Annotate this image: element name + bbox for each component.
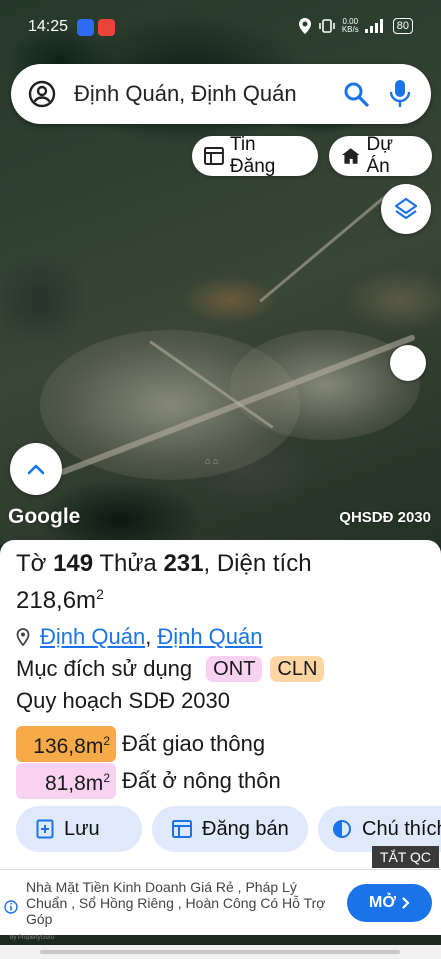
lot-number: 231 [163, 550, 204, 577]
purpose-tag-ont[interactable]: ONT [206, 656, 263, 682]
parcel-title: Tờ 149 Thửa 231, Diện tích [16, 550, 312, 578]
chevron-up-icon [27, 464, 45, 475]
location-icon [298, 18, 311, 34]
ad-open-button[interactable]: MỞ [347, 884, 432, 922]
listings-chip-label: Tin Đăng [229, 134, 276, 177]
post-button-label: Đăng bán [202, 817, 289, 840]
area-value: 218,6m [16, 587, 97, 614]
ad-text: Nhà Mặt Tiền Kinh Doanh Giá Rẻ , Pháp Lý… [26, 879, 326, 927]
land-use-purpose: Mục đích sử dụng ONT CLN [16, 656, 325, 682]
zone-area-sup: 2 [103, 734, 110, 748]
zone-area-sup: 2 [103, 771, 110, 785]
purpose-tag-cln[interactable]: CLN [270, 656, 325, 682]
sheet-label: Tờ [16, 550, 47, 577]
area-label: Diện tích [216, 550, 312, 577]
status-bar: 14:25 0.00 KB/s 80 [0, 14, 441, 44]
battery-indicator: 80 [392, 18, 413, 34]
map-road [259, 191, 392, 303]
search-bar[interactable]: Định Quán, Định Quán [11, 64, 431, 124]
projects-chip[interactable]: Dự Án [329, 134, 432, 177]
system-nav-bar [0, 945, 441, 959]
parcel-info-sheet: Tờ 149 Thửa 231, Diện tích 218,6m2 Định … [0, 540, 441, 870]
home-icon [341, 148, 360, 164]
close-ad-button[interactable]: TẮT QC [371, 846, 439, 868]
location-pin-icon [16, 628, 30, 646]
zone-label: Đất ở nông thôn [122, 768, 281, 793]
post-for-sale-button[interactable]: Đăng bán [152, 806, 308, 852]
info-icon[interactable] [4, 900, 18, 914]
zone-area-badge: 136,8m2 [16, 726, 116, 762]
messenger-icon [77, 19, 94, 36]
zone-area-value: 81,8m [44, 772, 104, 795]
vibrate-icon [319, 19, 335, 33]
status-clock: 14:25 [28, 18, 69, 35]
gesture-handle[interactable] [40, 950, 400, 954]
chevron-right-icon [402, 897, 410, 909]
save-button[interactable]: Lưu [16, 806, 142, 852]
location-comma: , [145, 624, 152, 649]
signal-icon [364, 19, 383, 33]
status-right-group: 0.00 KB/s 80 [298, 18, 413, 34]
plan-layer-label: QHSDĐ 2030 [339, 509, 431, 526]
net-speed: 0.00 KB/s [342, 18, 359, 34]
layers-icon [394, 197, 418, 220]
parcel-location: Định Quán, Định Quán [16, 624, 263, 650]
district-link[interactable]: Định Quán [40, 624, 145, 650]
commune-link[interactable]: Định Quán [157, 624, 262, 650]
google-logo: Google [8, 505, 81, 528]
zone-area-badge: 81,8m2 [16, 763, 116, 799]
projects-chip-label: Dự Án [366, 134, 393, 177]
opacity-slider-handle[interactable] [390, 345, 426, 381]
lot-label: Thửa [99, 550, 157, 577]
zone-area-value: 136,8m [33, 735, 104, 758]
ad-brand: by PropertyGuru [10, 935, 55, 941]
area-unit-sup: 2 [96, 586, 104, 602]
account-icon[interactable] [28, 80, 56, 108]
microphone-icon[interactable] [389, 79, 411, 109]
parcel-area: 218,6m2 [16, 586, 104, 615]
add-document-icon [36, 819, 54, 839]
notification-app-icon [98, 19, 115, 36]
layers-button[interactable] [381, 184, 431, 234]
search-icon[interactable] [343, 81, 369, 107]
zone-label: Đất giao thông [122, 731, 266, 756]
purpose-label: Mục đích sử dụng [16, 656, 193, 681]
title-comma: , [203, 550, 211, 577]
legend-button-label: Chú thích [362, 817, 441, 840]
listings-icon [172, 820, 192, 838]
zone-row: 136,8m2 Đất giao thông [16, 726, 265, 762]
contrast-icon [333, 820, 351, 838]
net-speed-unit: KB/s [341, 25, 359, 34]
listings-icon [204, 147, 224, 165]
zone-row: 81,8m2 Đất ở nông thôn [16, 763, 281, 799]
map-watermark: ⌂ ⌂ [205, 456, 219, 466]
listings-chip[interactable]: Tin Đăng [192, 134, 318, 177]
search-input[interactable]: Định Quán, Định Quán [74, 81, 329, 107]
ad-open-label: MỞ [369, 894, 396, 911]
expand-button[interactable] [10, 443, 62, 495]
sheet-number: 149 [53, 550, 94, 577]
ad-banner[interactable]: Nhà Mặt Tiền Kinh Doanh Giá Rẻ , Pháp Lý… [0, 869, 441, 935]
save-button-label: Lưu [64, 817, 100, 840]
plan-title: Quy hoạch SDĐ 2030 [16, 688, 231, 713]
